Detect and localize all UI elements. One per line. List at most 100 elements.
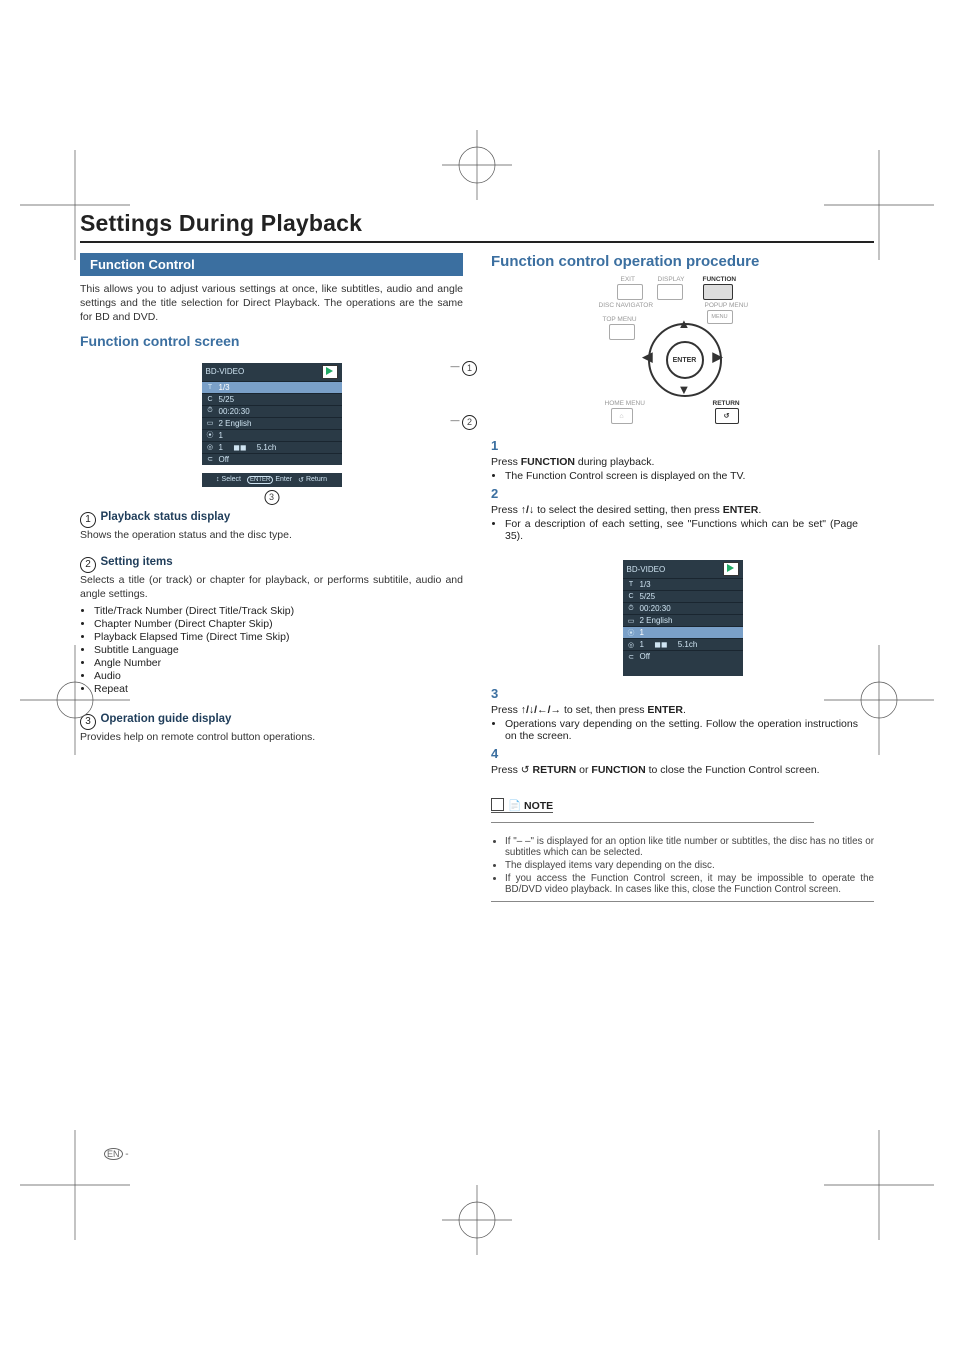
d-pad: ENTER ▲ ▼ ◀ ▶ xyxy=(643,318,723,398)
function-label: FUNCTION xyxy=(703,276,737,283)
sub3-body: Provides help on remote control button o… xyxy=(80,730,463,744)
right-arrow-icon: ▶ xyxy=(713,349,723,365)
osd-row-repeat: ⊂Off xyxy=(623,650,743,662)
angle-icon: ⦿ xyxy=(206,431,215,439)
step-2: 2 Press ↑/↓ to select the desired settin… xyxy=(491,486,874,546)
home-button: ⌂ xyxy=(611,408,633,424)
up-down-icon: ↑/↓ xyxy=(521,504,534,516)
page-lang-mark: EN - xyxy=(104,1149,129,1160)
callout-3: 3 xyxy=(264,490,279,505)
return-icon: ↺ xyxy=(521,764,533,776)
up-arrow-icon: ▲ xyxy=(678,316,691,331)
audio-icon: ◎ xyxy=(627,641,636,649)
osd-row-title: T 1/3 xyxy=(202,381,342,393)
osd-guide-bar: ↕ Select ENTER Enter ↺ Return xyxy=(202,465,342,487)
subsection-2: 2 Setting items Selects a title (or trac… xyxy=(80,552,463,695)
step-number: 3 xyxy=(491,686,505,701)
subsection-3: 3 Operation guide display Provides help … xyxy=(80,709,463,744)
home-label: HOME MENU xyxy=(605,400,645,407)
subtitle-icon: ▭ xyxy=(627,617,636,625)
circled-1-icon: 1 xyxy=(80,512,96,528)
right-column: Function control operation procedure EXI… xyxy=(491,253,874,902)
title-icon: T xyxy=(206,383,215,391)
repeat-icon: ⊂ xyxy=(627,653,636,661)
step-sub: Operations vary depending on the setting… xyxy=(505,718,858,742)
down-arrow-icon: ▼ xyxy=(678,382,691,397)
osd-row-subtitle: ▭2 English xyxy=(623,614,743,626)
list-item: Angle Number xyxy=(94,657,463,669)
audio-fmt: 5.1ch xyxy=(257,443,277,452)
return-button: ↺ xyxy=(715,408,739,424)
angle-value: 1 xyxy=(219,431,223,440)
play-icon xyxy=(322,365,338,379)
osd-row-audio: ◎ 1 ◼◼ 5.1ch xyxy=(202,441,342,453)
sub1-body: Shows the operation status and the disc … xyxy=(80,528,463,542)
step-sub: For a description of each setting, see "… xyxy=(505,518,858,542)
osd-row-time: ⏱00:20:30 xyxy=(623,602,743,614)
step-sub: The Function Control screen is displayed… xyxy=(505,470,858,482)
manual-page: Settings During Playback Function Contro… xyxy=(0,0,954,1350)
left-column: Function Control This allows you to adju… xyxy=(80,253,463,902)
osd-panel-diagram: BD-VIDEO T1/3 C5/25 ⏱00:20:30 ▭2 English… xyxy=(80,355,463,491)
sub2-body: Selects a title (or track) or chapter fo… xyxy=(80,573,463,601)
circled-3-icon: 3 xyxy=(80,714,96,730)
callout-1: — 1 xyxy=(450,361,477,376)
popup-label: POPUP MENU xyxy=(705,302,749,309)
chapter-icon: C xyxy=(206,395,215,403)
section-header: Function Control xyxy=(80,253,463,276)
list-item: Chapter Number (Direct Chapter Skip) xyxy=(94,618,463,630)
exit-label: EXIT xyxy=(621,276,635,283)
clock-icon: ⏱ xyxy=(627,605,636,613)
procedure-heading: Function control operation procedure xyxy=(491,253,874,270)
display-button xyxy=(657,284,683,300)
function-button xyxy=(703,284,733,300)
list-item: Title/Track Number (Direct Title/Track S… xyxy=(94,605,463,617)
circled-2-icon: 2 xyxy=(80,557,96,573)
left-arrow-icon: ◀ xyxy=(643,349,653,365)
osd-row-angle: ⦿1 xyxy=(202,429,342,441)
sub2-title: Setting items xyxy=(100,556,172,568)
chapter-icon: C xyxy=(627,593,636,601)
list-item: If "– –" is displayed for an option like… xyxy=(505,836,874,858)
note-heading: 📄 NOTE xyxy=(491,798,553,813)
top-menu-button xyxy=(609,324,635,340)
note-list: If "– –" is displayed for an option like… xyxy=(491,836,874,895)
disc-nav-label: DISC NAVIGATOR xyxy=(599,302,654,309)
audio-num: 1 xyxy=(219,443,223,452)
osd-row-time: ⏱00:20:30 xyxy=(202,405,342,417)
list-item: The displayed items vary depending on th… xyxy=(505,860,874,871)
intro-text: This allows you to adjust various settin… xyxy=(80,282,463,325)
osd-panel-diagram-2: BD-VIDEO T1/3 C5/25 ⏱00:20:30 ▭2 English… xyxy=(491,552,874,680)
step-1: 1 Press FUNCTION during playback. The Fu… xyxy=(491,438,874,486)
note-bottom-rule xyxy=(491,901,874,902)
guide-enter: ENTER Enter xyxy=(247,476,292,484)
display-label: DISPLAY xyxy=(658,276,685,283)
list-item: If you access the Function Control scree… xyxy=(505,873,874,895)
list-item: Repeat xyxy=(94,683,463,695)
step-3: 3 Press ↑/↓/←/→ to set, then press ENTER… xyxy=(491,686,874,746)
audio-icon: ◎ xyxy=(206,443,215,451)
step-number: 1 xyxy=(491,438,505,453)
remote-diagram: EXIT DISPLAY FUNCTION DISC NAVIGATOR TOP… xyxy=(603,276,763,426)
step-4: 4 Press ↺ RETURN or FUNCTION to close th… xyxy=(491,746,874,782)
osd-row-angle: ⦿1 xyxy=(623,626,743,638)
title-value: 1/3 xyxy=(219,383,230,392)
title-rule xyxy=(80,241,874,243)
step-text: Press ↺ RETURN or FUNCTION to close the … xyxy=(491,764,858,776)
dolby-icon: ◼◼ xyxy=(654,640,667,649)
list-item: Subtitle Language xyxy=(94,644,463,656)
osd-row-audio: ◎1 ◼◼ 5.1ch xyxy=(623,638,743,650)
sub3-title: Operation guide display xyxy=(100,713,231,725)
list-item: Audio xyxy=(94,670,463,682)
function-control-osd-2: BD-VIDEO T1/3 C5/25 ⏱00:20:30 ▭2 English… xyxy=(623,560,743,676)
function-control-osd: BD-VIDEO T1/3 C5/25 ⏱00:20:30 ▭2 English… xyxy=(202,363,342,487)
enter-button: ENTER xyxy=(666,341,704,379)
subtitle-value: 2 English xyxy=(219,419,252,428)
clock-icon: ⏱ xyxy=(206,407,215,415)
osd-row-title: T1/3 xyxy=(623,578,743,590)
osd-header: BD-VIDEO xyxy=(623,560,743,578)
page-title: Settings During Playback xyxy=(80,210,874,237)
repeat-icon: ⊂ xyxy=(206,455,215,463)
dolby-icon: ◼◼ xyxy=(233,443,246,452)
top-menu-label: TOP MENU xyxy=(603,316,637,323)
